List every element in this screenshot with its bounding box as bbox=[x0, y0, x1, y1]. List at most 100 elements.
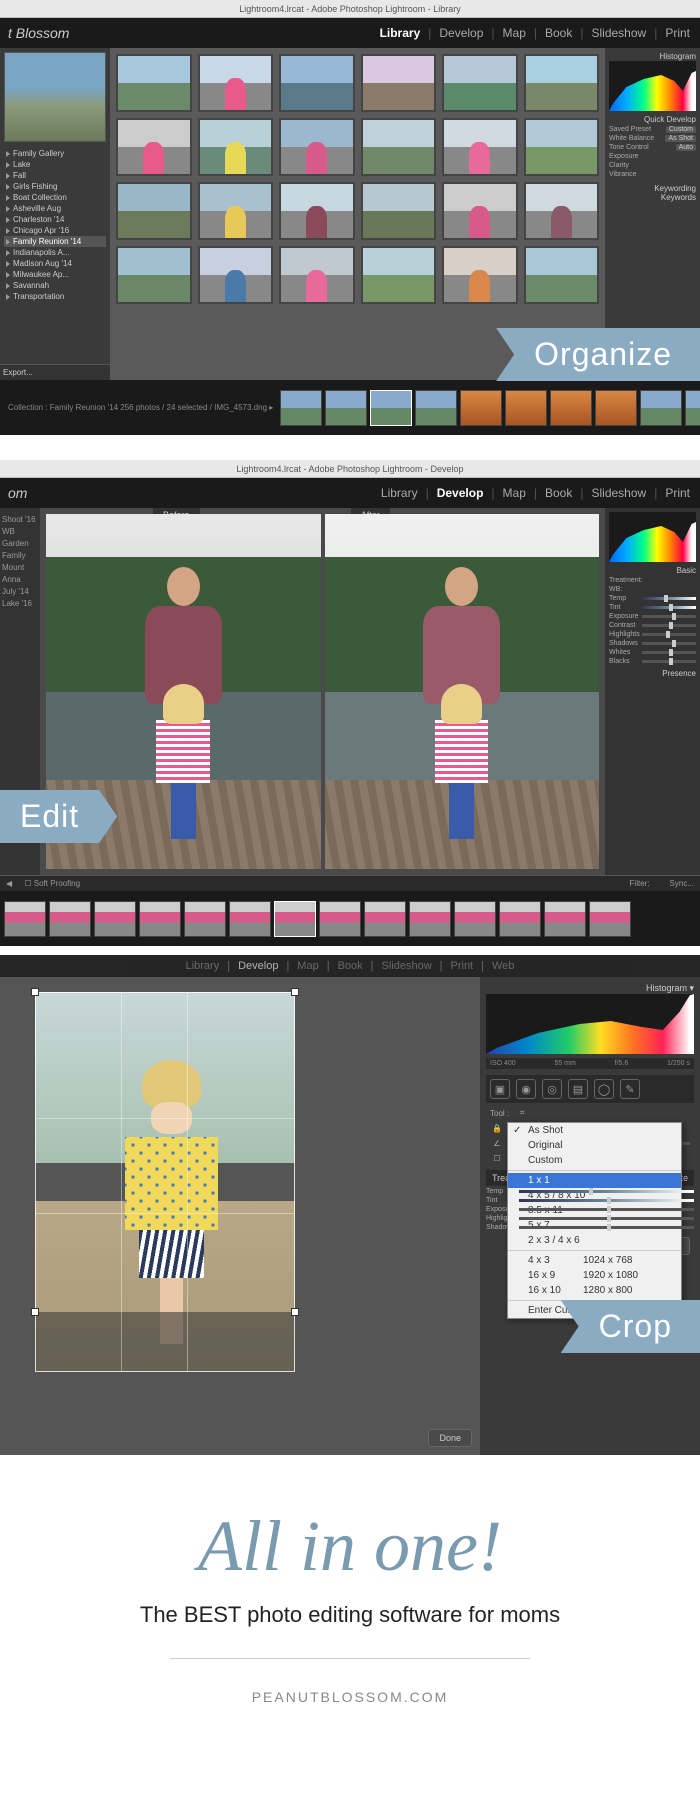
preset-item[interactable]: Lake '16 bbox=[2, 599, 38, 608]
grid-thumb[interactable] bbox=[524, 118, 600, 176]
loupe-view[interactable]: Before After bbox=[40, 508, 605, 875]
redeye-tool-icon[interactable]: ◎ bbox=[542, 1079, 562, 1099]
crop-tool-icon[interactable]: ▣ bbox=[490, 1079, 510, 1099]
quick-develop-header[interactable]: Quick Develop bbox=[609, 115, 696, 124]
aspect-option[interactable]: 16 x 101280 x 800 bbox=[508, 1283, 681, 1298]
crop-handle[interactable] bbox=[291, 988, 299, 996]
film-thumb[interactable] bbox=[4, 901, 46, 937]
grid-thumb[interactable] bbox=[361, 246, 437, 304]
aspect-option[interactable]: Custom bbox=[508, 1153, 681, 1168]
gradient-tool-icon[interactable]: ▤ bbox=[568, 1079, 588, 1099]
film-thumb[interactable] bbox=[364, 901, 406, 937]
crop-tool-row[interactable]: Tool :⌗ bbox=[486, 1105, 694, 1121]
done-button[interactable]: Done bbox=[428, 1429, 472, 1447]
grid-thumb[interactable] bbox=[279, 118, 355, 176]
qd-vibrance[interactable]: Vibrance bbox=[609, 171, 696, 178]
navigator-preview[interactable] bbox=[4, 52, 106, 142]
grid-thumb[interactable] bbox=[524, 246, 600, 304]
aspect-option-selected[interactable]: 1 x 1 bbox=[508, 1173, 681, 1188]
module-web[interactable]: Web bbox=[492, 960, 514, 972]
slider-exposure[interactable]: Exposure bbox=[609, 613, 696, 620]
grid-thumb[interactable] bbox=[361, 182, 437, 240]
film-thumb[interactable] bbox=[94, 901, 136, 937]
slider-temp[interactable]: Temp bbox=[609, 595, 696, 602]
preset-item[interactable]: WB bbox=[2, 527, 38, 536]
film-thumb[interactable] bbox=[685, 390, 700, 426]
film-thumb[interactable] bbox=[370, 390, 412, 426]
film-thumb[interactable] bbox=[505, 390, 547, 426]
qd-preset[interactable]: Saved PresetCustom bbox=[609, 126, 696, 133]
module-map[interactable]: Map bbox=[297, 960, 318, 972]
preset-item[interactable]: July '14 bbox=[2, 587, 38, 596]
sync-button[interactable]: Sync... bbox=[670, 879, 694, 888]
film-thumb[interactable] bbox=[325, 390, 367, 426]
film-thumb[interactable] bbox=[595, 390, 637, 426]
film-thumb[interactable] bbox=[640, 390, 682, 426]
module-book[interactable]: Book bbox=[545, 26, 572, 40]
folder-item[interactable]: Milwaukee Ap... bbox=[4, 269, 106, 280]
basic-header[interactable]: Basic bbox=[609, 566, 696, 575]
crop-handle[interactable] bbox=[31, 1308, 39, 1316]
folder-item[interactable]: Asheville Aug bbox=[4, 203, 106, 214]
brush-tool-icon[interactable]: ✎ bbox=[620, 1079, 640, 1099]
module-map[interactable]: Map bbox=[503, 486, 526, 500]
preset-item[interactable]: Shoot '16 bbox=[2, 515, 38, 524]
grid-thumb[interactable] bbox=[198, 246, 274, 304]
module-print[interactable]: Print bbox=[665, 26, 690, 40]
film-thumb[interactable] bbox=[229, 901, 271, 937]
grid-thumb[interactable] bbox=[279, 246, 355, 304]
spot-tool-icon[interactable]: ◉ bbox=[516, 1079, 536, 1099]
grid-thumb[interactable] bbox=[116, 246, 192, 304]
qd-clarity[interactable]: Clarity bbox=[609, 162, 696, 169]
slider-contrast[interactable]: Contrast bbox=[609, 622, 696, 629]
folder-item[interactable]: Charleston '14 bbox=[4, 214, 106, 225]
film-thumb[interactable] bbox=[460, 390, 502, 426]
grid-thumb[interactable] bbox=[361, 54, 437, 112]
grid-thumb[interactable] bbox=[442, 54, 518, 112]
folder-item[interactable]: Family Gallery bbox=[4, 148, 106, 159]
soft-proofing-toggle[interactable]: ☐ Soft Proofing bbox=[24, 879, 80, 888]
module-map[interactable]: Map bbox=[503, 26, 526, 40]
keywords-header[interactable]: Keywords bbox=[609, 193, 696, 202]
film-thumb[interactable] bbox=[550, 390, 592, 426]
export-button[interactable]: Export... bbox=[0, 364, 110, 380]
grid-thumb[interactable] bbox=[116, 118, 192, 176]
grid-thumb[interactable] bbox=[279, 182, 355, 240]
grid-thumb[interactable] bbox=[524, 182, 600, 240]
filmstrip[interactable]: Collection : Family Reunion '14 256 phot… bbox=[0, 380, 700, 435]
module-develop[interactable]: Develop bbox=[439, 26, 483, 40]
folder-item[interactable]: Fall bbox=[4, 170, 106, 181]
slider-whites[interactable]: Whites bbox=[609, 649, 696, 656]
folder-item[interactable]: Lake bbox=[4, 159, 106, 170]
grid-thumb[interactable] bbox=[198, 118, 274, 176]
module-print[interactable]: Print bbox=[451, 960, 474, 972]
grid-thumb[interactable] bbox=[361, 118, 437, 176]
qd-exposure[interactable]: Exposure bbox=[609, 153, 696, 160]
qd-tone[interactable]: Tone ControlAuto bbox=[609, 144, 696, 151]
grid-thumb[interactable] bbox=[442, 118, 518, 176]
preset-item[interactable]: Mount bbox=[2, 563, 38, 572]
module-slideshow[interactable]: Slideshow bbox=[591, 486, 646, 500]
film-thumb[interactable] bbox=[415, 390, 457, 426]
module-print[interactable]: Print bbox=[665, 486, 690, 500]
preset-item[interactable]: Garden bbox=[2, 539, 38, 548]
radial-tool-icon[interactable]: ◯ bbox=[594, 1079, 614, 1099]
film-thumb[interactable] bbox=[139, 901, 181, 937]
film-thumb[interactable] bbox=[274, 901, 316, 937]
module-library[interactable]: Library bbox=[381, 486, 418, 500]
grid-thumb[interactable] bbox=[198, 54, 274, 112]
aspect-option[interactable]: As Shot bbox=[508, 1123, 681, 1138]
module-library[interactable]: Library bbox=[380, 26, 421, 40]
film-thumb[interactable] bbox=[409, 901, 451, 937]
film-thumb[interactable] bbox=[544, 901, 586, 937]
preset-item[interactable]: Family bbox=[2, 551, 38, 560]
folder-item-selected[interactable]: Family Reunion '14 bbox=[4, 236, 106, 247]
film-thumb[interactable] bbox=[280, 390, 322, 426]
slider-shadows[interactable]: Shadows bbox=[609, 640, 696, 647]
film-thumb[interactable] bbox=[49, 901, 91, 937]
film-thumb[interactable] bbox=[499, 901, 541, 937]
module-develop[interactable]: Develop bbox=[238, 960, 278, 972]
module-book[interactable]: Book bbox=[545, 486, 572, 500]
folder-item[interactable]: Chicago Apr '16 bbox=[4, 225, 106, 236]
folder-item[interactable]: Boat Collection bbox=[4, 192, 106, 203]
